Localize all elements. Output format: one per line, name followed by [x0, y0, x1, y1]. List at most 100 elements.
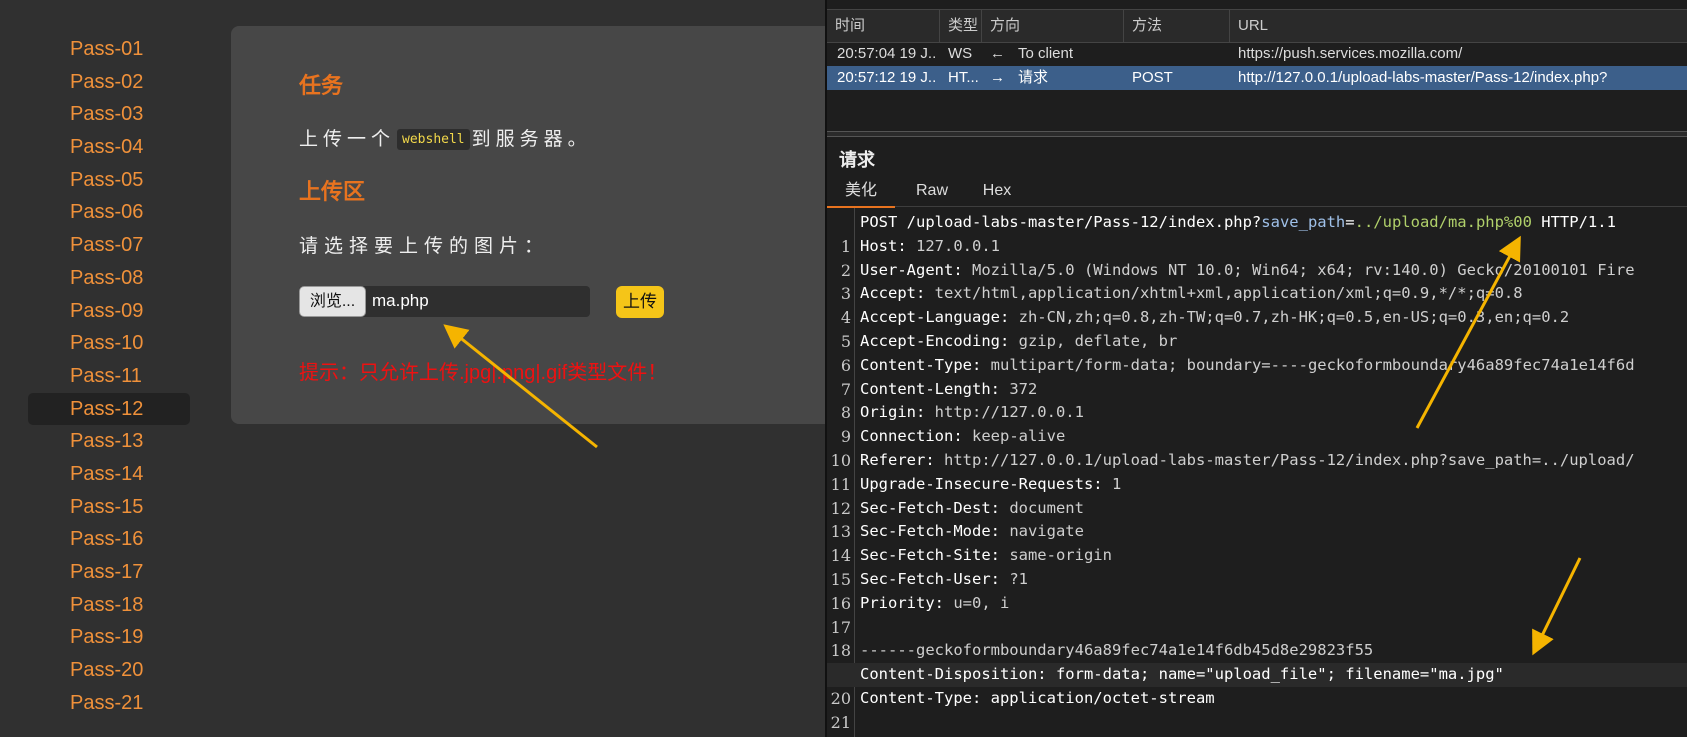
sidebar-item-pass-17[interactable]: Pass-17 — [28, 556, 190, 589]
code-line: 16 Sec-Fetch-User: ?1 — [827, 568, 1687, 613]
column-time[interactable]: 时间 — [827, 10, 940, 42]
browse-button[interactable]: 浏览... — [299, 286, 366, 317]
row-direction: To client — [1018, 45, 1074, 62]
header-value: keep-alive — [962, 427, 1066, 446]
code-line: 4 Accept: text/html,application/xhtml+xm… — [827, 282, 1687, 327]
column-type[interactable]: 类型 — [940, 10, 982, 42]
code-line: 21 Content-Type: application/octet-strea… — [827, 687, 1687, 732]
header-value: multipart/form-data; boundary=----geckof… — [981, 355, 1635, 374]
row-type: WS — [948, 45, 973, 62]
row-direction: 请求 — [1018, 69, 1049, 86]
pane-splitter[interactable] — [827, 131, 1687, 137]
request-row[interactable]: 20:57:04 19 J... WS ← To client https://… — [827, 42, 1687, 66]
code-line: 7 Content-Type: multipart/form-data; bou… — [827, 354, 1687, 399]
sidebar-item-pass-14[interactable]: Pass-14 — [28, 458, 190, 491]
header-value: zh-CN,zh;q=0.8,zh-TW;q=0.7,zh-HK;q=0.5,e… — [1009, 308, 1570, 327]
header-value: same-origin — [999, 546, 1112, 565]
request-editor[interactable]: 1 POST /upload-labs-master/Pass-12/index… — [827, 208, 1687, 737]
header-name: Accept-Encoding: — [860, 332, 1010, 350]
webshell-code: webshell — [397, 129, 470, 150]
sidebar-item-pass-11[interactable]: Pass-11 — [28, 360, 190, 393]
sidebar-item-pass-10[interactable]: Pass-10 — [28, 327, 190, 360]
header-name: Host: — [860, 236, 907, 255]
column-url[interactable]: URL — [1230, 10, 1687, 42]
header-name: Priority: — [860, 593, 944, 612]
query-param-name: save_path — [1261, 213, 1346, 231]
tab-hex[interactable]: Hex — [969, 178, 1025, 206]
column-direction[interactable]: 方向 — [982, 10, 1124, 42]
header-name: Origin: — [860, 403, 926, 422]
query-equals: = — [1345, 213, 1355, 231]
sidebar-item-pass-12[interactable]: Pass-12 — [28, 392, 190, 426]
task-suffix: 到服务器。 — [471, 129, 592, 150]
sidebar-item-pass-04[interactable]: Pass-04 — [28, 131, 190, 164]
tab-raw[interactable]: Raw — [905, 178, 959, 206]
request-list-header: 时间 类型 方向 方法 URL — [827, 9, 1687, 43]
code-line: 6 Accept-Encoding: gzip, deflate, br — [827, 330, 1687, 375]
row-method: POST — [1132, 69, 1173, 86]
header-name: Accept-Language: — [860, 308, 1010, 327]
header-value: Mozilla/5.0 (Windows NT 10.0; Win64; x64… — [962, 260, 1635, 279]
content-disposition-line: Content-Disposition: form-data; name="up… — [860, 665, 1504, 684]
code-line: 17 Priority: u=0, i — [827, 592, 1687, 637]
header-name: Content-Type: — [860, 355, 982, 374]
header-name: Sec-Fetch-Site: — [860, 546, 1000, 565]
header-name: User-Agent: — [860, 260, 963, 279]
request-list-empty-area — [827, 92, 1687, 133]
sidebar-item-pass-13[interactable]: Pass-13 — [28, 425, 190, 458]
code-line-highlighted: 20 Content-Disposition: form-data; name=… — [827, 663, 1687, 708]
task-heading: 任务 — [299, 73, 344, 98]
header-value: u=0, i — [944, 593, 1010, 612]
row-time: 20:57:04 19 J... — [837, 45, 937, 62]
code-line: 1 POST /upload-labs-master/Pass-12/index… — [827, 211, 1687, 256]
request-tabs: 美化 Raw Hex — [827, 178, 1687, 208]
header-name: Sec-Fetch-Dest: — [860, 498, 1000, 517]
sidebar-item-pass-07[interactable]: Pass-07 — [28, 229, 190, 262]
selected-file-name: ma.php — [372, 291, 429, 310]
content-panel: 任务 上传一个 webshell 到服务器。 上传区 请选择要上传的图片： 浏览..… — [231, 26, 831, 424]
part-content-type-line: Content-Type: application/octet-stream — [860, 689, 1215, 707]
code-line: 9 Origin: http://127.0.0.1 — [827, 401, 1687, 446]
code-line: 10 Connection: keep-alive — [827, 425, 1687, 470]
header-name: Sec-Fetch-User: — [860, 570, 1000, 588]
header-value: http://127.0.0.1 — [925, 403, 1084, 422]
sidebar-item-pass-16[interactable]: Pass-16 — [28, 523, 190, 556]
sidebar-item-pass-05[interactable]: Pass-05 — [28, 164, 190, 197]
sidebar: Pass-01 Pass-02 Pass-03 Pass-04 Pass-05 … — [28, 33, 190, 719]
sidebar-item-pass-08[interactable]: Pass-08 — [28, 262, 190, 295]
sidebar-item-pass-21[interactable]: Pass-21 — [28, 687, 190, 720]
sidebar-item-pass-15[interactable]: Pass-15 — [28, 491, 190, 524]
header-value: ?1 — [999, 570, 1028, 588]
sidebar-item-pass-20[interactable]: Pass-20 — [28, 654, 190, 687]
code-line: 11 Referer: http://127.0.0.1/upload-labs… — [827, 449, 1687, 494]
sidebar-item-pass-01[interactable]: Pass-01 — [28, 33, 190, 66]
sidebar-item-pass-18[interactable]: Pass-18 — [28, 589, 190, 622]
upload-heading: 上传区 — [299, 179, 366, 204]
header-value: 1 — [1102, 474, 1122, 493]
code-line: 18 — [827, 616, 1687, 660]
sidebar-item-pass-19[interactable]: Pass-19 — [28, 621, 190, 654]
code-line: 19 ------geckoformboundary46a89fec74a1e1… — [827, 639, 1687, 684]
code-line: 5 Accept-Language: zh-CN,zh;q=0.8,zh-TW;… — [827, 306, 1687, 351]
upload-hint: 提示：只允许上传.jpg|.png|.gif类型文件！ — [299, 362, 668, 384]
upload-button[interactable]: 上传 — [616, 286, 664, 318]
column-method[interactable]: 方法 — [1124, 10, 1230, 42]
code-line: 22 — [827, 711, 1687, 737]
sidebar-item-pass-09[interactable]: Pass-09 — [28, 295, 190, 328]
arrow-left-icon: ← — [990, 45, 1005, 62]
header-name: Upgrade-Insecure-Requests: — [860, 474, 1103, 493]
header-name: Referer: — [860, 451, 935, 469]
query-param-value: ../upload/ma.php%00 — [1354, 213, 1532, 231]
file-input[interactable]: 浏览... ma.php — [299, 286, 590, 317]
header-name: Content-Length: — [860, 379, 1000, 398]
row-url: https://push.services.mozilla.com/ — [1238, 45, 1463, 62]
request-row-selected[interactable]: 20:57:12 19 J... HT... → 请求 POST http://… — [827, 66, 1687, 90]
arrow-right-icon: → — [990, 69, 1005, 86]
tab-pretty[interactable]: 美化 — [827, 178, 895, 208]
header-value: http://127.0.0.1/upload-labs-master/Pass… — [934, 451, 1635, 469]
sidebar-item-pass-06[interactable]: Pass-06 — [28, 196, 190, 229]
code-line: 8 Content-Length: 372 — [827, 378, 1687, 423]
sidebar-item-pass-02[interactable]: Pass-02 — [28, 66, 190, 99]
sidebar-item-pass-03[interactable]: Pass-03 — [28, 98, 190, 131]
task-description: 上传一个 webshell 到服务器。 — [299, 124, 592, 151]
